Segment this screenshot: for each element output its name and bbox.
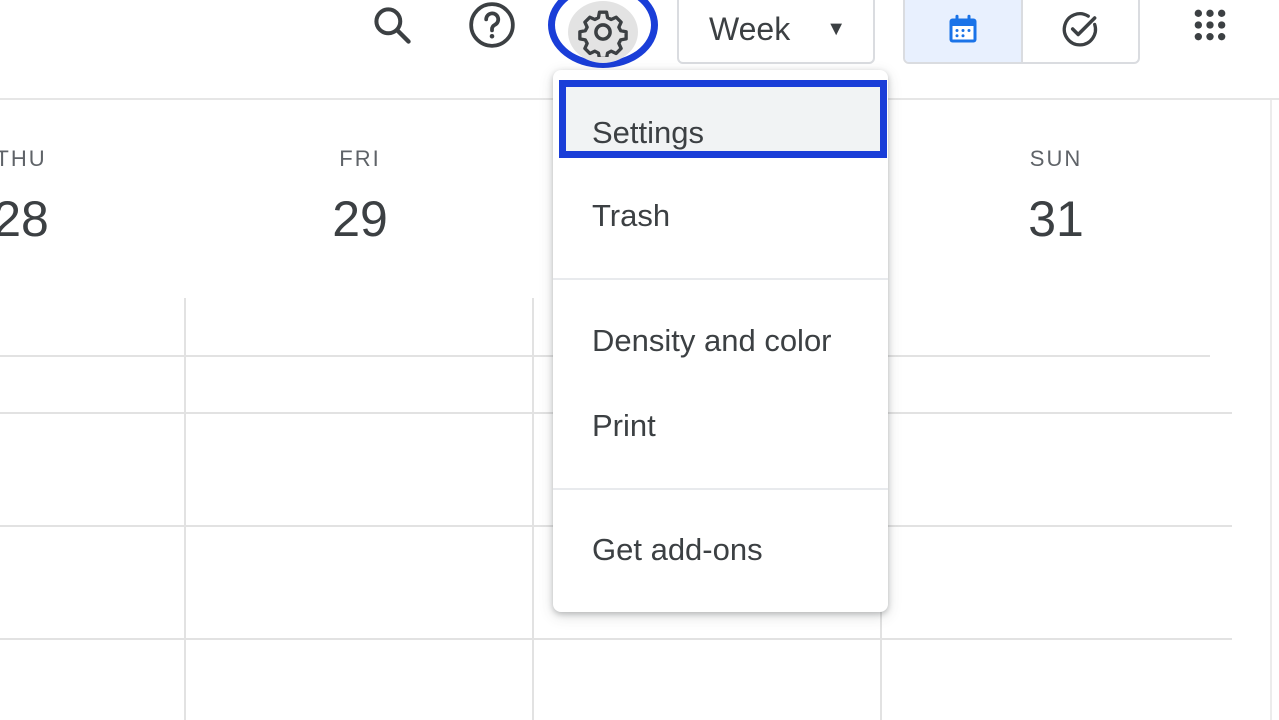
calendar-view-toggle[interactable] bbox=[905, 0, 1023, 62]
google-apps-button[interactable] bbox=[1180, 0, 1240, 50]
settings-button[interactable] bbox=[548, 0, 658, 68]
help-button[interactable] bbox=[462, 0, 522, 50]
check-circle-icon bbox=[1062, 12, 1098, 47]
day-name: FRI bbox=[339, 146, 381, 171]
settings-button-hover-bg bbox=[568, 1, 638, 63]
day-name: SUN bbox=[1029, 146, 1083, 171]
grid-column-divider bbox=[532, 298, 534, 720]
calendar-icon bbox=[949, 14, 977, 43]
menu-divider bbox=[553, 278, 888, 280]
day-date: 28 bbox=[0, 191, 49, 247]
settings-menu: Settings Trash Density and color Print G… bbox=[553, 70, 888, 612]
day-header-fri[interactable]: FRI 29 bbox=[260, 146, 460, 248]
help-circle-icon bbox=[469, 2, 515, 48]
day-date: 29 bbox=[332, 191, 388, 247]
menu-item-trash[interactable]: Trash bbox=[553, 198, 888, 234]
menu-item-settings[interactable]: Settings bbox=[559, 80, 887, 158]
tasks-view-toggle[interactable] bbox=[1023, 0, 1139, 62]
view-selector-dropdown[interactable]: Week ▼ bbox=[677, 0, 875, 64]
day-header-sun[interactable]: SUN 31 bbox=[956, 146, 1156, 248]
gear-icon bbox=[578, 10, 628, 57]
day-header-thu[interactable]: THU 28 bbox=[0, 146, 121, 248]
menu-item-print[interactable]: Print bbox=[553, 408, 888, 444]
menu-item-get-add-ons[interactable]: Get add-ons bbox=[553, 532, 888, 568]
grid-row-divider bbox=[0, 638, 1232, 640]
view-selector-label: Week bbox=[709, 10, 791, 47]
day-name: THU bbox=[0, 146, 47, 171]
menu-divider bbox=[553, 488, 888, 490]
calendar-app: Week ▼ THU 28 FRI 29 SUN 31 Settings Tra… bbox=[0, 0, 1279, 720]
grid-column-divider bbox=[184, 298, 186, 720]
search-icon bbox=[374, 7, 411, 44]
view-toggle bbox=[903, 0, 1140, 64]
grid-apps-icon bbox=[1194, 9, 1226, 41]
caret-down-icon: ▼ bbox=[826, 17, 847, 40]
grid-right-edge bbox=[1270, 100, 1272, 720]
menu-item-density-and-color[interactable]: Density and color bbox=[553, 323, 888, 359]
day-date: 31 bbox=[1028, 191, 1084, 247]
search-button[interactable] bbox=[362, 0, 422, 50]
